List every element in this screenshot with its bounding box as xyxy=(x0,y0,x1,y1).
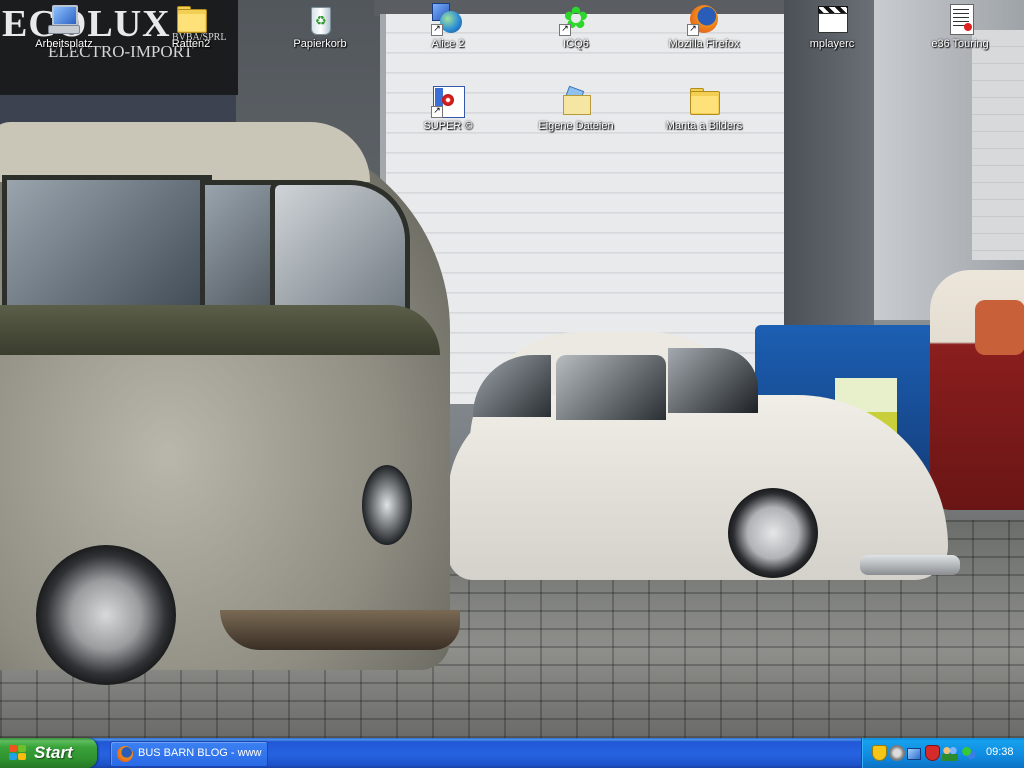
desktop-icon-mplayerc[interactable]: mplayerc xyxy=(788,3,876,67)
desktop-icon-label: Eigene Dateien xyxy=(538,120,614,132)
my-documents-icon xyxy=(560,85,592,117)
wallpaper-bus-roof xyxy=(0,122,370,182)
document-icon xyxy=(944,3,976,35)
wallpaper-bus-headlight xyxy=(362,465,412,545)
shortcut-arrow-icon: ↗ xyxy=(431,24,443,36)
wallpaper-beetle-bumper xyxy=(860,555,960,575)
icq-flower-icon: ✿ ↗ xyxy=(559,3,592,36)
desktop-icon-label: e36 Touring xyxy=(931,38,989,50)
folder-icon xyxy=(175,3,207,35)
desktop-icon-arbeitsplatz[interactable]: Arbeitsplatz xyxy=(20,3,108,67)
desktop-icon-icq6[interactable]: ✿ ↗ ICQ6 xyxy=(532,3,620,67)
desktop-icon-label: SUPER © xyxy=(423,120,473,132)
desktop-icon-e36-touring[interactable]: e36 Touring xyxy=(916,3,1004,67)
wallpaper-bus-bumper xyxy=(220,610,460,650)
taskbar-button-firefox-window[interactable]: BUS BARN BLOG - www... xyxy=(110,741,268,767)
desktop-icon-ratten2[interactable]: Ratten2 xyxy=(147,3,235,67)
wallpaper-beetle-side-window xyxy=(556,355,666,420)
wallpaper-van-window xyxy=(975,300,1024,355)
tray-clock[interactable]: 09:38 xyxy=(986,746,1014,758)
wallpaper-bus-wheel xyxy=(36,545,176,685)
desktop-icon-eigene-dateien[interactable]: Eigene Dateien xyxy=(532,85,620,149)
wallpaper-beetle-body xyxy=(448,395,948,580)
desktop-icon-label: Ratten2 xyxy=(171,38,211,50)
desktop-icon-label: mplayerc xyxy=(809,38,855,50)
desktop-icon-super[interactable]: ↗ SUPER © xyxy=(404,85,492,149)
wallpaper-bus-stripe xyxy=(0,305,440,355)
firefox-icon: ↗ xyxy=(687,3,720,36)
windows-logo-icon xyxy=(9,745,27,761)
shortcut-arrow-icon: ↗ xyxy=(431,106,443,118)
network-icon[interactable] xyxy=(907,748,921,760)
users-icon[interactable] xyxy=(942,745,958,761)
recycle-bin-icon: ♻ xyxy=(304,3,336,35)
desktop-icon-papierkorb[interactable]: ♻ Papierkorb xyxy=(276,3,364,67)
desktop-icon-mozilla-firefox[interactable]: ↗ Mozilla Firefox xyxy=(660,3,748,67)
wallpaper-beetle-windshield xyxy=(668,348,758,413)
desktop-icon-label: Arbeitsplatz xyxy=(35,38,93,50)
start-button[interactable]: Start xyxy=(0,738,97,768)
desktop-icon-manta-a-bilders[interactable]: Manta a Bilders xyxy=(660,85,748,149)
desktop-icon-label: Manta a Bilders xyxy=(665,120,743,132)
taskbar-button-label: BUS BARN BLOG - www... xyxy=(138,747,262,759)
messenger-icon[interactable] xyxy=(961,745,977,761)
wallpaper-beetle-wheel xyxy=(728,488,818,578)
system-tray: 09:38 xyxy=(861,738,1024,768)
taskbar: Start BUS BARN BLOG - www... 09:38 xyxy=(0,738,1024,768)
start-button-label: Start xyxy=(34,743,73,762)
super-player-icon: ↗ xyxy=(431,85,465,118)
antivirus-icon[interactable] xyxy=(925,745,940,761)
clapperboard-icon xyxy=(816,3,848,35)
wallpaper-bus-window xyxy=(2,175,212,315)
security-shield-icon[interactable] xyxy=(872,745,887,761)
firefox-icon xyxy=(117,746,133,762)
desktop-wallpaper: ECOLUX BVBA/SPRL ELECTRO-IMPORT xyxy=(0,0,1024,738)
desktop-icon-label: Papierkorb xyxy=(293,38,347,50)
alice-globe-icon: ↗ xyxy=(431,3,464,36)
folder-icon xyxy=(688,85,720,117)
shortcut-arrow-icon: ↗ xyxy=(687,24,699,36)
desktop-icon-label: ICQ6 xyxy=(563,38,589,50)
desktop-icon-alice-2[interactable]: ↗ Alice 2 xyxy=(404,3,492,67)
my-computer-icon xyxy=(48,3,80,35)
display-icon[interactable] xyxy=(889,745,905,761)
shortcut-arrow-icon: ↗ xyxy=(559,24,571,36)
desktop-icon-label: Alice 2 xyxy=(431,38,465,50)
desktop-icon-label: Mozilla Firefox xyxy=(668,38,740,50)
